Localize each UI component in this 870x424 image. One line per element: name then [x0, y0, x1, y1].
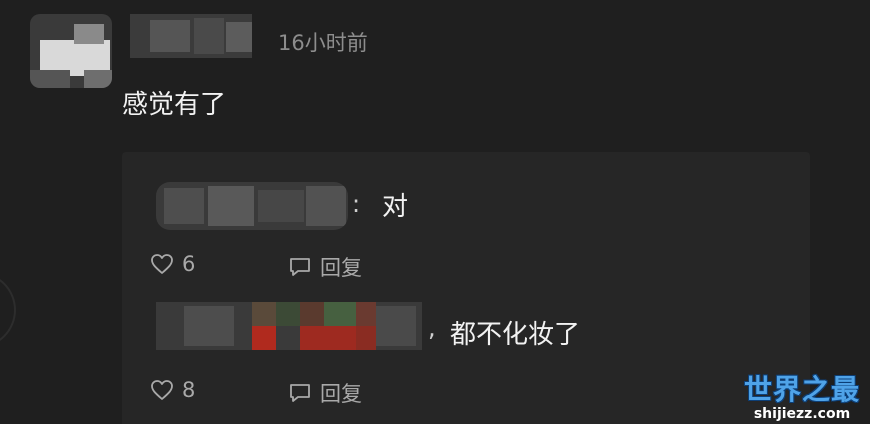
heart-icon — [151, 380, 173, 400]
watermark-url: shijiezz.com — [753, 406, 851, 422]
reply-separator: : — [352, 190, 361, 218]
site-watermark: 世界之最 shijiezz.com — [740, 368, 864, 422]
reply-text: 都不化妆了 — [450, 320, 581, 350]
reply-username-redacted[interactable] — [156, 182, 348, 230]
reply-label: 回复 — [320, 382, 362, 406]
watermark-title: 世界之最 — [743, 373, 860, 406]
reply-button[interactable]: 回复 — [288, 252, 362, 282]
heart-icon — [151, 254, 173, 274]
scroll-edge-decoration — [0, 272, 16, 348]
reply-button[interactable]: 回复 — [288, 378, 362, 408]
reply-label: 回复 — [320, 256, 362, 280]
like-count: 8 — [182, 378, 196, 402]
reply-separator: , — [428, 314, 436, 342]
like-count: 6 — [182, 252, 196, 276]
username-redacted[interactable] — [130, 14, 252, 58]
like-button[interactable]: 6 — [150, 252, 195, 276]
comment-timestamp: 16小时前 — [278, 31, 368, 55]
chat-bubble-icon — [290, 258, 310, 276]
chat-bubble-icon — [290, 384, 310, 402]
comment-text: 感觉有了 — [122, 90, 227, 120]
reply-text: 对 — [382, 192, 409, 222]
comment-thread: 16小时前 感觉有了 : 对 6 回复 , 都不化妆了 8 回复 世界之最 sh… — [0, 0, 870, 424]
user-avatar[interactable] — [30, 14, 112, 88]
like-button[interactable]: 8 — [150, 378, 195, 402]
reply-username-redacted[interactable] — [156, 302, 422, 350]
